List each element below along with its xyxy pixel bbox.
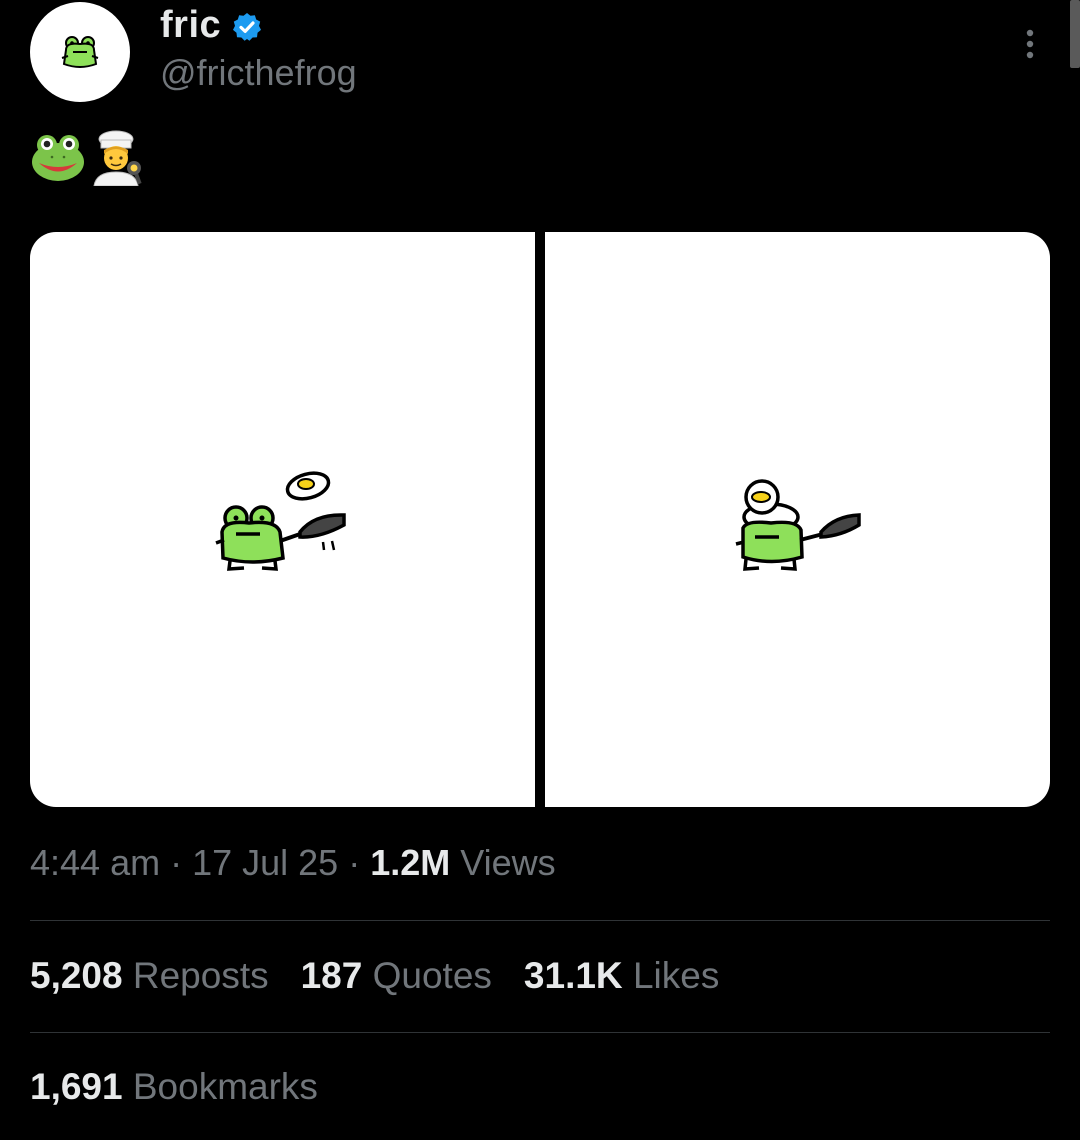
engagement-stats: 5,208 Reposts 187 Quotes 31.1K Likes: [30, 955, 751, 997]
post-text: [30, 128, 146, 188]
reposts-count: 5,208: [30, 955, 123, 996]
author-name-row[interactable]: fric: [160, 4, 263, 47]
more-options-icon[interactable]: [1012, 26, 1048, 62]
author-display-name[interactable]: fric: [160, 4, 221, 47]
reposts-stat[interactable]: 5,208 Reposts: [30, 955, 269, 997]
author-handle[interactable]: @fricthefrog: [160, 52, 357, 94]
media-image-2[interactable]: [545, 232, 1050, 807]
likes-stat[interactable]: 31.1K Likes: [524, 955, 719, 997]
bookmarks-count: 1,691: [30, 1066, 123, 1107]
media-image-1[interactable]: [30, 232, 535, 807]
views-label: Views: [450, 842, 556, 883]
frog-with-egg-on-head-drawing: [735, 479, 861, 571]
reposts-label: Reposts: [132, 955, 269, 996]
bookmarks-stat[interactable]: 1,691 Bookmarks: [30, 1066, 318, 1108]
post-metadata: 4:44 am · 17 Jul 25 · 1.2M Views: [30, 842, 556, 884]
avatar[interactable]: [30, 2, 130, 102]
quotes-stat[interactable]: 187 Quotes: [301, 955, 492, 997]
media-gallery: [30, 232, 1050, 807]
divider: [30, 920, 1050, 921]
quotes-count: 187: [300, 955, 363, 996]
frog-flipping-egg-drawing: [215, 471, 346, 571]
post-time[interactable]: 4:44 am: [30, 842, 160, 883]
frog-face-emoji: [32, 135, 84, 181]
likes-count: 31.1K: [523, 955, 623, 996]
scrollbar[interactable]: [1070, 0, 1080, 68]
likes-label: Likes: [632, 955, 720, 996]
quotes-label: Quotes: [372, 955, 492, 996]
views-count: 1.2M: [370, 842, 451, 883]
meta-separator: ·: [338, 842, 371, 883]
divider: [30, 1032, 1050, 1033]
frog-avatar-icon: [61, 36, 99, 68]
verified-badge-icon: [233, 12, 262, 41]
post-date[interactable]: 17 Jul 25: [192, 842, 338, 883]
bookmarks-label: Bookmarks: [132, 1066, 318, 1107]
cook-emoji: [93, 130, 142, 186]
meta-separator: ·: [160, 842, 193, 883]
